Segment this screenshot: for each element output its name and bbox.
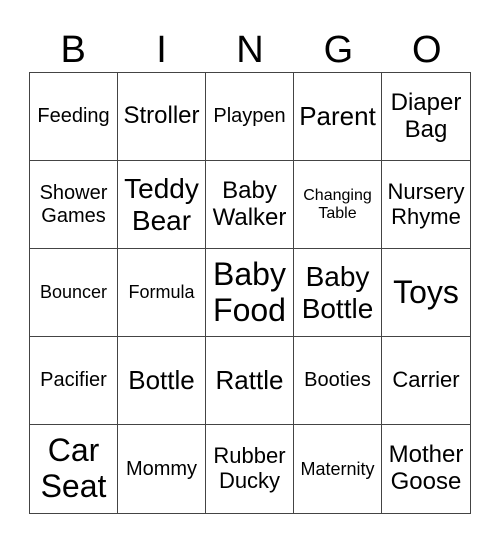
- bingo-cell[interactable]: Changing Table: [294, 161, 382, 249]
- bingo-cell[interactable]: Mother Goose: [382, 425, 470, 513]
- bingo-grid: Feeding Stroller Playpen Parent Diaper B…: [29, 72, 471, 514]
- bingo-cell[interactable]: Car Seat: [30, 425, 118, 513]
- bingo-cell[interactable]: Nursery Rhyme: [382, 161, 470, 249]
- bingo-cell[interactable]: Diaper Bag: [382, 73, 470, 161]
- bingo-cell[interactable]: Pacifier: [30, 337, 118, 425]
- bingo-cell[interactable]: Bottle: [118, 337, 206, 425]
- bingo-cell[interactable]: Parent: [294, 73, 382, 161]
- bingo-cell[interactable]: Baby Food: [206, 249, 294, 337]
- bingo-cell[interactable]: Formula: [118, 249, 206, 337]
- bingo-cell[interactable]: Carrier: [382, 337, 470, 425]
- header-letter-g: G: [323, 29, 354, 71]
- bingo-cell[interactable]: Baby Bottle: [294, 249, 382, 337]
- bingo-cell[interactable]: Baby Walker: [206, 161, 294, 249]
- bingo-cell[interactable]: Booties: [294, 337, 382, 425]
- bingo-cell[interactable]: Playpen: [206, 73, 294, 161]
- header-letter-b: B: [60, 29, 86, 71]
- bingo-header: B I N G O: [29, 28, 471, 72]
- header-letter-i: I: [156, 29, 167, 71]
- bingo-cell[interactable]: Shower Games: [30, 161, 118, 249]
- bingo-cell[interactable]: Rubber Ducky: [206, 425, 294, 513]
- bingo-cell[interactable]: Rattle: [206, 337, 294, 425]
- header-letter-n: N: [236, 29, 264, 71]
- bingo-cell[interactable]: Stroller: [118, 73, 206, 161]
- bingo-cell[interactable]: Feeding: [30, 73, 118, 161]
- bingo-cell[interactable]: Toys: [382, 249, 470, 337]
- header-letter-o: O: [411, 29, 442, 71]
- bingo-cell[interactable]: Mommy: [118, 425, 206, 513]
- bingo-cell[interactable]: Maternity: [294, 425, 382, 513]
- bingo-cell[interactable]: Bouncer: [30, 249, 118, 337]
- bingo-cell[interactable]: Teddy Bear: [118, 161, 206, 249]
